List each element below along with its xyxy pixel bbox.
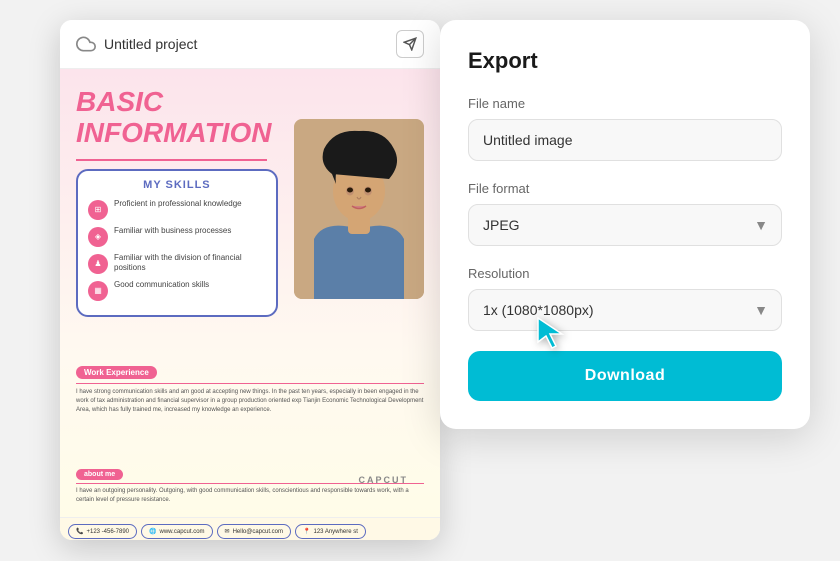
- file-name-label: File name: [468, 96, 782, 111]
- share-button[interactable]: [396, 30, 424, 58]
- skill-icon-3: ♟: [88, 254, 108, 274]
- cloud-icon: [76, 34, 96, 54]
- about-label: about me: [76, 469, 123, 480]
- skill-item: ⊞ Proficient in professional knowledge: [88, 199, 266, 220]
- about-text: I have an outgoing personality. Outgoing…: [76, 487, 424, 505]
- skill-text-2: Familiar with business processes: [114, 226, 231, 236]
- skill-icon-2: ◈: [88, 227, 108, 247]
- export-title: Export: [468, 48, 782, 74]
- skill-text-4: Good communication skills: [114, 280, 209, 290]
- phone-icon: 📞: [76, 528, 83, 535]
- work-exp-label: Work Experience: [76, 366, 157, 379]
- file-format-select[interactable]: JPEG PNG PDF GIF: [468, 204, 782, 246]
- location-icon: 📍: [303, 528, 310, 535]
- address-text: 123 Anywhere st: [314, 529, 358, 535]
- contact-address: 📍 123 Anywhere st: [295, 524, 366, 539]
- website-icon: 🌐: [149, 528, 156, 535]
- email-text: Hello@capcut.com: [233, 529, 283, 535]
- work-exp-text: I have strong communication skills and a…: [76, 388, 424, 415]
- skill-icon-4: ▦: [88, 281, 108, 301]
- skill-item: ◈ Familiar with business processes: [88, 226, 266, 247]
- skill-item: ♟ Familiar with the division of financia…: [88, 253, 266, 274]
- skill-text-1: Proficient in professional knowledge: [114, 199, 242, 209]
- skills-title: MY SKILLS: [88, 179, 266, 191]
- cursor-arrow: [530, 310, 570, 355]
- resolution-select[interactable]: 1x (1080*1080px) 2x (2160*2160px) 0.5x (…: [468, 289, 782, 331]
- project-title: Untitled project: [104, 36, 197, 52]
- canvas-inner: BASIC INFORMATION MY SKILLS ⊞ Proficient…: [60, 69, 440, 540]
- work-experience-section: Work Experience I have strong communicat…: [76, 362, 424, 415]
- file-format-wrapper: JPEG PNG PDF GIF ▼: [468, 204, 782, 246]
- email-icon: ✉: [225, 528, 230, 535]
- topbar-left: Untitled project: [76, 34, 197, 54]
- about-section: about me I have an outgoing personality.…: [76, 463, 424, 505]
- resolution-wrapper: 1x (1080*1080px) 2x (2160*2160px) 0.5x (…: [468, 289, 782, 331]
- design-topbar: Untitled project: [60, 20, 440, 69]
- contact-email: ✉ Hello@capcut.com: [217, 524, 291, 539]
- skill-icon-1: ⊞: [88, 200, 108, 220]
- skills-box: MY SKILLS ⊞ Proficient in professional k…: [76, 169, 278, 317]
- resolution-label: Resolution: [468, 266, 782, 281]
- skill-text-3: Familiar with the division of financial …: [114, 253, 266, 274]
- file-format-label: File format: [468, 181, 782, 196]
- main-container: Untitled project BASIC INFORMATION: [0, 0, 840, 561]
- download-button[interactable]: Download: [468, 351, 782, 401]
- contact-website: 🌐 www.capcut.com: [141, 524, 213, 539]
- skill-item: ▦ Good communication skills: [88, 280, 266, 301]
- capcut-watermark: CAPCUT: [359, 475, 409, 485]
- phone-text: +123 -456-7890: [86, 529, 129, 535]
- contact-bar: 📞 +123 -456-7890 🌐 www.capcut.com ✉ Hell…: [60, 517, 440, 540]
- section-divider: [76, 383, 424, 384]
- design-preview-panel: Untitled project BASIC INFORMATION: [60, 20, 440, 540]
- file-name-input[interactable]: [468, 119, 782, 161]
- contact-phone: 📞 +123 -456-7890: [68, 524, 137, 539]
- design-canvas: BASIC INFORMATION MY SKILLS ⊞ Proficient…: [60, 69, 440, 540]
- person-photo: [294, 119, 424, 299]
- decorative-line: [76, 159, 267, 161]
- export-panel: Export File name File format JPEG PNG PD…: [440, 20, 810, 429]
- website-text: www.capcut.com: [160, 529, 205, 535]
